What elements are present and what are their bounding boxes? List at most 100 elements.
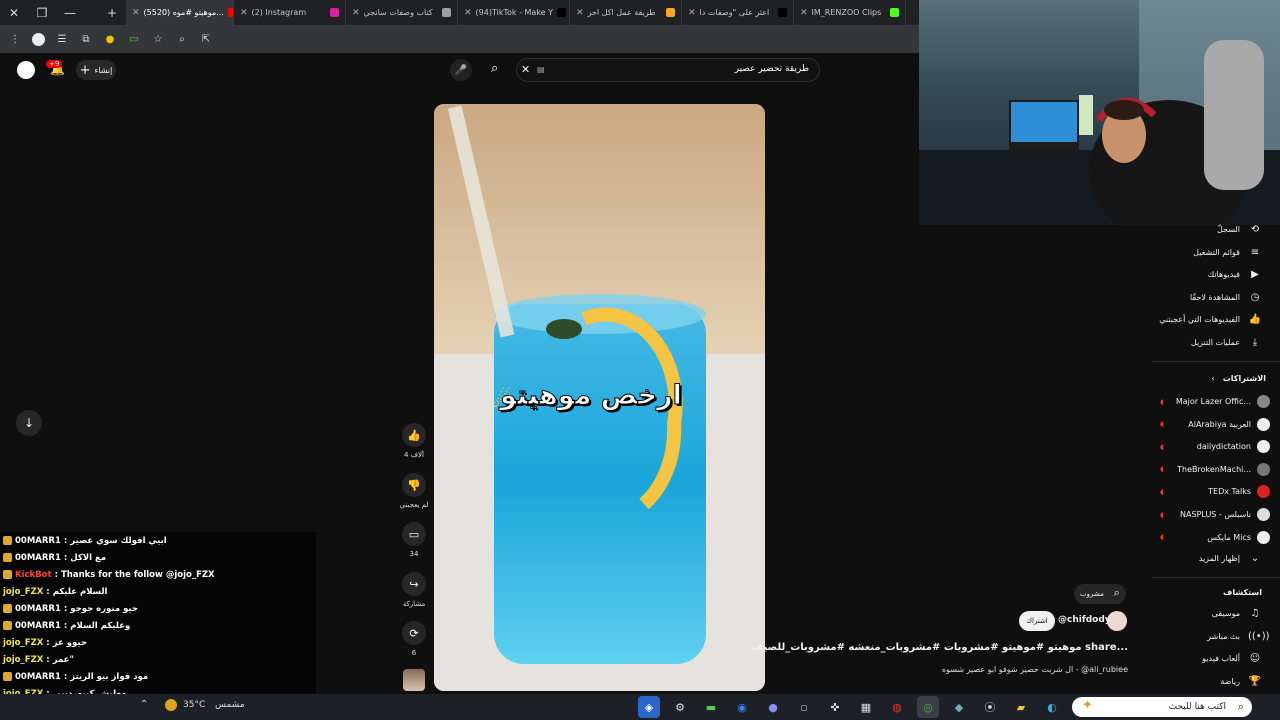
sidebar-item[interactable]: قوائم التشغيل ≡ — [1193, 247, 1262, 258]
remix-icon[interactable]: ⟳ — [402, 621, 426, 645]
new-tab-icon[interactable]: + — [98, 0, 126, 25]
browser-tab[interactable]: ✕ (2) Instagram — [234, 0, 346, 25]
clear-search-icon[interactable]: ✕ — [521, 63, 530, 76]
create-button[interactable]: + إنشاء — [76, 60, 116, 80]
close-tab-icon[interactable]: ✕ — [240, 8, 248, 18]
chat-username[interactable]: 00MARR1 — [15, 553, 61, 563]
chat-username[interactable]: jojo_FZX — [3, 638, 43, 648]
taskbar-search-input[interactable]: اكتب هنا للبحث ⌕ ✦ — [1072, 697, 1252, 717]
sidebar-item[interactable]: الفيديوهات التي أعجبتني 👍 — [1159, 314, 1262, 325]
close-tab-icon[interactable]: ✕ — [688, 8, 696, 18]
subscribe-button[interactable]: اشتراك — [1019, 611, 1055, 631]
video-overlay-title: ارخص موهيتو — [500, 380, 683, 412]
chat-username[interactable]: KickBot — [15, 570, 52, 580]
browser-tab[interactable]: ✕ كتاب وصفات سانجي — [346, 0, 458, 25]
explore-item[interactable]: بث مباشر ((•)) — [1207, 631, 1269, 642]
subscription-item[interactable]: ◖ AlArabiya العربية — [1160, 417, 1270, 431]
terminal-icon[interactable]: ▬ — [700, 696, 722, 718]
search-input[interactable]: ✕ ▤ طريقة تحضير عصير — [516, 58, 820, 82]
chat-badge-icon — [3, 553, 12, 562]
folder-icon[interactable]: ▰ — [1010, 696, 1032, 718]
browser-tab[interactable]: ✕ (94)TikTok - Make Y — [458, 0, 570, 25]
voice-search-button[interactable]: 🎤 — [450, 59, 472, 81]
remix-action[interactable]: ⟳ 6 — [398, 621, 430, 657]
gamepad-icon[interactable]: ✜ — [824, 696, 846, 718]
weather-label[interactable]: مشمس — [215, 700, 245, 710]
battery-icon[interactable]: ▭ — [127, 32, 141, 46]
keyboard-icon[interactable]: ▤ — [537, 65, 545, 74]
zoom-icon[interactable]: ⌕ — [175, 32, 189, 46]
short-title[interactable]: موهيتو #موهيتو #مشروبات #مشروبات_منعشه #… — [752, 642, 1128, 653]
close-tab-icon[interactable]: ✕ — [132, 8, 140, 18]
share-icon[interactable]: ↪ — [402, 572, 426, 596]
like-action[interactable]: 👍 4 آلاف — [398, 423, 430, 459]
search-icon[interactable]: ⌕ — [491, 61, 498, 76]
extensions-icon[interactable]: ⧉ — [79, 32, 93, 46]
menu-dots-icon[interactable]: ⋮ — [8, 32, 22, 46]
chat-username[interactable]: 00MARR1 — [15, 604, 61, 614]
sidebar-item[interactable]: السجلّ ⟲ — [1217, 224, 1262, 235]
subscription-item[interactable]: ◖ TEDx Talks — [1160, 485, 1270, 499]
restore-window-icon[interactable]: ❐ — [28, 0, 56, 25]
tag-chip[interactable]: مشروب ⌕ — [1074, 584, 1126, 604]
subscriptions-header[interactable]: ‹ الاشتراكات — [1212, 374, 1266, 383]
close-tab-icon[interactable]: ✕ — [800, 8, 808, 18]
account-avatar[interactable] — [17, 61, 35, 79]
bookmark-star-icon[interactable]: ☆ — [151, 32, 165, 46]
record-icon[interactable]: ◍ — [886, 696, 908, 718]
media-icon[interactable]: ☰ — [55, 32, 69, 46]
subscription-item[interactable]: ◖ مايكس Mics — [1160, 530, 1270, 544]
subscription-item[interactable]: ◖ dailydictation — [1160, 440, 1270, 454]
chat-message: 00MARR1: حيو منوره جوجو — [0, 600, 316, 617]
share-page-icon[interactable]: ⇱ — [199, 32, 213, 46]
explore-item[interactable]: موسيقى ♫ — [1212, 608, 1262, 619]
browser-tab[interactable]: ✕ IM_RENZOO Clips — [794, 0, 906, 25]
share-action[interactable]: ↪ مشاركة — [398, 572, 430, 608]
chat-username[interactable]: jojo_FZX — [3, 587, 43, 597]
steam-icon[interactable]: ◆ — [948, 696, 970, 718]
subscription-item[interactable]: ◖ TheBrokenMachi... — [1160, 462, 1270, 476]
edge-icon[interactable]: ◐ — [1041, 696, 1063, 718]
browser-tab[interactable]: ✕ (5520) موهيتو #موه... — [126, 0, 234, 25]
taskbar-app-icon[interactable]: ◈ — [638, 696, 660, 718]
subscription-item[interactable]: ◖ NASPLUS - ناسبلس — [1160, 508, 1270, 521]
dislike-action[interactable]: 👎 لم يعجبني — [398, 473, 430, 509]
sound-thumbnail[interactable] — [403, 669, 425, 691]
scroll-down-button[interactable]: ↓ — [16, 410, 42, 436]
browser-tab[interactable]: ✕ اعثر على "وصفات دا — [682, 0, 794, 25]
thumbs-down-icon[interactable]: 👎 — [402, 473, 426, 497]
sidebar-item[interactable]: عمليات التنزيل ⤓ — [1191, 337, 1262, 348]
explore-item[interactable]: رياضة 🏆 — [1220, 676, 1262, 687]
obs-icon[interactable]: ▫ — [793, 696, 815, 718]
subscription-item[interactable]: ◖ Major Lazer Offic... — [1160, 395, 1270, 408]
show-more-button[interactable]: إظهار المزيد ⌄ — [1199, 553, 1262, 564]
browser-tab[interactable]: ✕ طريقة عمل اكل احر — [570, 0, 682, 25]
chrome-icon[interactable]: ◎ — [917, 696, 939, 718]
sidebar-item[interactable]: فيديوهاتك ▶ — [1208, 269, 1262, 280]
extension-badge-icon[interactable]: ● — [103, 32, 117, 46]
chat-username[interactable]: 00MARR1 — [15, 621, 61, 631]
discord-icon[interactable]: ● — [762, 696, 784, 718]
explore-item[interactable]: ألعاب فيديو ☺ — [1202, 653, 1262, 664]
minimize-window-icon[interactable]: — — [56, 0, 84, 25]
app-ring-icon[interactable]: ⦿ — [979, 696, 1001, 718]
app-circle-icon[interactable]: ◉ — [731, 696, 753, 718]
channel-handle[interactable]: @chifdody — [1058, 615, 1111, 625]
comment-icon[interactable]: ▭ — [402, 522, 426, 546]
comments-action[interactable]: ▭ 34 — [398, 522, 430, 558]
notifications-badge: +9 — [46, 60, 63, 68]
chat-username[interactable]: 00MARR1 — [15, 536, 61, 546]
sidebar-item[interactable]: المشاهدة لاحقًا ◷ — [1190, 292, 1262, 303]
chat-username[interactable]: jojo_FZX — [3, 655, 43, 665]
chat-username[interactable]: 00MARR1 — [15, 672, 61, 682]
close-tab-icon[interactable]: ✕ — [464, 8, 472, 18]
close-tab-icon[interactable]: ✕ — [352, 8, 360, 18]
calendar-icon[interactable]: ▦ — [855, 696, 877, 718]
tray-chevron-icon[interactable]: ⌃ — [140, 699, 148, 710]
close-tab-icon[interactable]: ✕ — [576, 8, 584, 18]
thumbs-up-icon[interactable]: 👍 — [402, 423, 426, 447]
close-window-icon[interactable]: ✕ — [0, 0, 28, 25]
settings-gear-icon[interactable]: ⚙ — [669, 696, 691, 718]
profile-icon[interactable] — [32, 32, 45, 46]
weather-temp[interactable]: 35°C — [183, 700, 205, 710]
